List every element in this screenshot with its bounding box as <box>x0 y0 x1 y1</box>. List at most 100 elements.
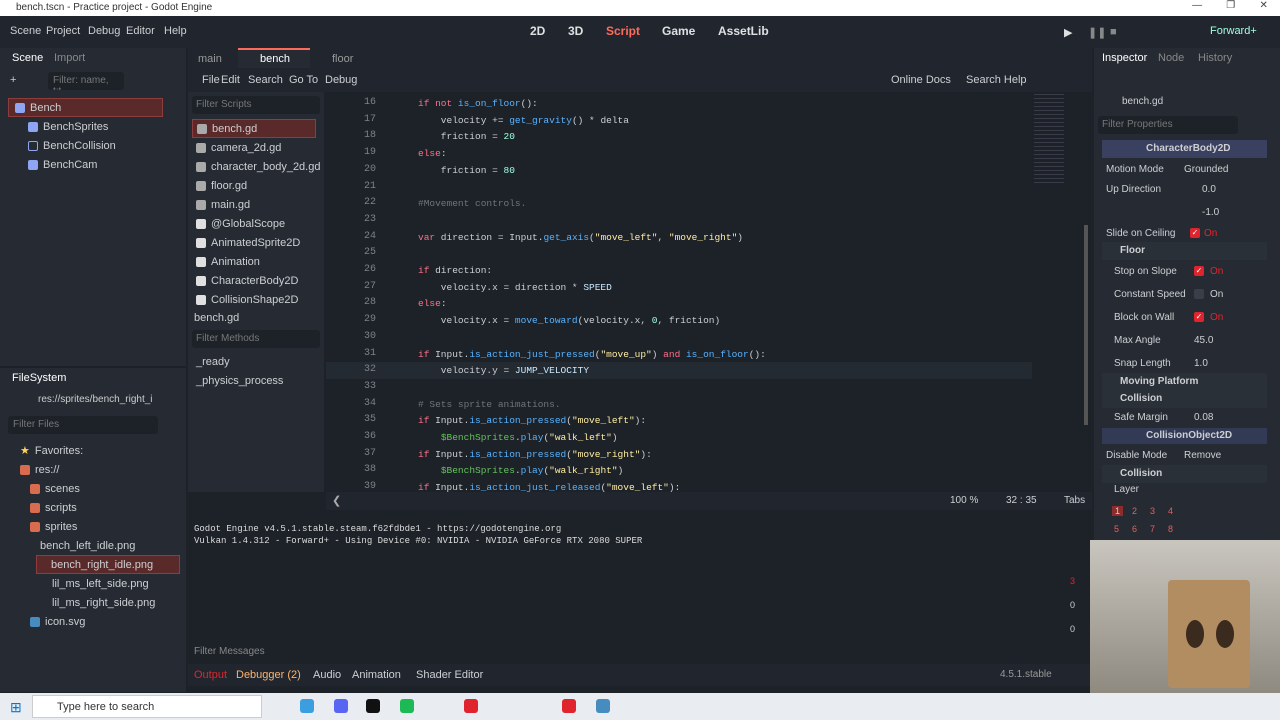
motion-mode-value[interactable]: Grounded <box>1184 164 1228 175</box>
disable-mode-value[interactable]: Remove <box>1184 450 1221 461</box>
script-menu-goto[interactable]: Go To <box>289 74 318 86</box>
layer-bit[interactable]: 8 <box>1168 524 1173 534</box>
warning-count[interactable]: 0 <box>1070 600 1075 610</box>
scripts-filter-input[interactable]: Filter Scripts <box>192 96 320 114</box>
workspace-game[interactable]: Game <box>662 24 695 38</box>
script-item[interactable]: main.gd <box>196 195 332 214</box>
script-item[interactable]: CollisionShape2D <box>196 290 332 309</box>
workspace-3d[interactable]: 3D <box>568 24 583 38</box>
code-minimap[interactable] <box>1034 94 1064 184</box>
renderer-select[interactable]: Forward+ <box>1210 25 1257 37</box>
search-help-button[interactable]: Search Help <box>966 74 1027 86</box>
checkbox-icon[interactable]: ✓ <box>1194 312 1204 322</box>
godot-taskbar-icon[interactable] <box>596 699 610 713</box>
script-menu-file[interactable]: File <box>202 74 220 86</box>
prop-up-direction-y[interactable]: -1.0 <box>1106 203 1266 223</box>
menu-help[interactable]: Help <box>164 25 187 37</box>
tab-animation[interactable]: Animation <box>352 669 401 681</box>
layer-bit[interactable]: 3 <box>1150 506 1155 516</box>
indent-mode[interactable]: Tabs <box>1064 495 1085 506</box>
prop-slide-on-ceiling[interactable]: Slide on Ceiling ✓ On <box>1106 224 1266 244</box>
error-count[interactable]: 3 <box>1070 576 1075 586</box>
workspace-assetlib[interactable]: AssetLib <box>718 24 769 38</box>
script-item[interactable]: AnimatedSprite2D <box>196 233 332 252</box>
menu-editor[interactable]: Editor <box>126 25 155 37</box>
inspector-filter-input[interactable]: Filter Properties <box>1098 116 1238 134</box>
code-scrollbar[interactable] <box>1084 225 1088 425</box>
code-line[interactable]: velocity.y = JUMP_VELOCITY <box>418 365 589 376</box>
safe-margin-value[interactable]: 0.08 <box>1194 412 1213 423</box>
layer-bit[interactable]: 1 <box>1112 506 1124 516</box>
inspected-resource[interactable]: bench.gd <box>1122 96 1163 107</box>
scene-node-benchcollision[interactable]: BenchCollision <box>28 136 178 155</box>
prop-disable-mode[interactable]: Disable Mode Remove <box>1106 446 1266 466</box>
add-node-icon[interactable]: + <box>10 74 16 86</box>
code-line[interactable]: if direction: <box>418 265 492 276</box>
scene-node-benchcam[interactable]: BenchCam <box>28 155 178 174</box>
windows-start-icon[interactable]: ⊞ <box>10 699 22 716</box>
code-line[interactable]: $BenchSprites.play("walk_left") <box>418 432 618 443</box>
filesystem-filter-input[interactable]: Filter Files <box>8 416 158 434</box>
tab-history[interactable]: History <box>1198 52 1232 64</box>
taskbar-search-input[interactable]: Type here to search <box>32 695 262 718</box>
script-item[interactable]: camera_2d.gd <box>196 138 332 157</box>
prop-snap-length[interactable]: Snap Length 1.0 <box>1114 354 1274 374</box>
message-count[interactable]: 0 <box>1070 624 1075 634</box>
checkbox-icon[interactable] <box>1194 289 1204 299</box>
maximize-icon[interactable]: ❐ <box>1226 0 1235 11</box>
code-line[interactable]: $BenchSprites.play("walk_right") <box>418 465 623 476</box>
menu-scene[interactable]: Scene <box>10 25 41 37</box>
scene-filter-input[interactable]: Filter: name, t:t <box>48 72 124 90</box>
tab-debugger[interactable]: Debugger (2) <box>236 669 301 681</box>
prop-safe-margin[interactable]: Safe Margin 0.08 <box>1114 408 1274 428</box>
prop-constant-speed[interactable]: Constant Speed On <box>1114 285 1274 305</box>
section-moving-platform[interactable]: Moving Platform <box>1102 373 1267 391</box>
max-angle-value[interactable]: 45.0 <box>1194 335 1213 346</box>
code-line[interactable]: friction = 20 <box>418 131 515 142</box>
online-docs-button[interactable]: Online Docs <box>891 74 951 86</box>
code-line[interactable]: if Input.is_action_pressed("move_right")… <box>418 449 652 460</box>
layer-bit[interactable]: 6 <box>1132 524 1137 534</box>
layer-bit[interactable]: 4 <box>1168 506 1173 516</box>
prop-block-on-wall[interactable]: Block on Wall ✓ On <box>1114 308 1274 328</box>
scene-node-benchsprites[interactable]: BenchSprites <box>28 117 178 136</box>
layer-bit[interactable]: 2 <box>1132 506 1137 516</box>
code-line[interactable]: var direction = Input.get_axis("move_lef… <box>418 232 743 243</box>
tab-node[interactable]: Node <box>1158 52 1184 64</box>
code-line[interactable]: friction = 80 <box>418 165 515 176</box>
tab-shader-editor[interactable]: Shader Editor <box>416 669 483 681</box>
app-icon[interactable] <box>562 699 576 713</box>
script-menu-search[interactable]: Search <box>248 74 283 86</box>
tab-bench[interactable]: bench <box>260 53 290 65</box>
script-item[interactable]: floor.gd <box>196 176 332 195</box>
tab-scene[interactable]: Scene <box>12 52 43 64</box>
close-icon[interactable]: ✕ <box>1259 0 1267 11</box>
code-line[interactable]: # Sets sprite animations. <box>418 399 561 410</box>
code-line[interactable]: if not is_on_floor(): <box>418 98 538 109</box>
app-icon[interactable] <box>400 699 414 713</box>
code-line[interactable]: #Movement controls. <box>418 198 526 209</box>
tab-output[interactable]: Output <box>194 669 227 681</box>
script-menu-edit[interactable]: Edit <box>221 74 240 86</box>
fs-file-selected[interactable]: bench_right_idle.png <box>36 555 180 574</box>
prop-motion-mode[interactable]: Motion Mode Grounded <box>1106 160 1266 180</box>
workspace-2d[interactable]: 2D <box>530 24 545 38</box>
method-item[interactable]: _physics_process <box>196 371 332 390</box>
workspace-script[interactable]: Script <box>606 24 640 38</box>
methods-filter-input[interactable]: Filter Methods <box>192 330 320 348</box>
section-floor[interactable]: Floor <box>1102 242 1267 260</box>
pause-icon[interactable]: ❚❚ <box>1088 26 1106 39</box>
code-line[interactable]: velocity.x = move_toward(velocity.x, 0, … <box>418 315 720 326</box>
prop-stop-on-slope[interactable]: Stop on Slope ✓ On <box>1114 262 1274 282</box>
layer-bit[interactable]: 7 <box>1150 524 1155 534</box>
tab-inspector[interactable]: Inspector <box>1102 52 1147 64</box>
code-line[interactable]: else: <box>418 148 447 159</box>
discord-icon[interactable] <box>334 699 348 713</box>
checkbox-icon[interactable]: ✓ <box>1190 228 1200 238</box>
zoom-level[interactable]: 100 % <box>950 495 978 506</box>
script-item[interactable]: CharacterBody2D <box>196 271 332 290</box>
layer-bit[interactable]: 5 <box>1114 524 1119 534</box>
prop-up-direction[interactable]: Up Direction 0.0 <box>1106 180 1266 200</box>
scene-node-bench[interactable]: Bench <box>8 98 163 117</box>
app-icon[interactable] <box>464 699 478 713</box>
